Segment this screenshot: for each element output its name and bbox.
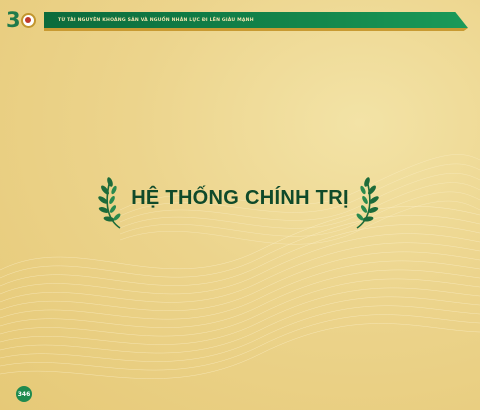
laurel-left-icon: [98, 177, 121, 229]
header-banner: TỪ TÀI NGUYÊN KHOÁNG SẢN VÀ NGUỒN NHÂN L…: [44, 12, 468, 28]
section-title: HỆ THỐNG CHÍNH TRỊ: [131, 187, 349, 209]
section-title-block: HỆ THỐNG CHÍNH TRỊ: [0, 174, 480, 234]
anniversary-logo: 3: [6, 9, 36, 31]
page-number-badge: 346: [16, 386, 32, 402]
laurel-right-icon: [356, 177, 379, 229]
banner-text: TỪ TÀI NGUYÊN KHOÁNG SẢN VÀ NGUỒN NHÂN L…: [58, 17, 254, 23]
emblem-icon: [20, 12, 36, 28]
banner-accent-line: [44, 28, 468, 31]
page-header: 3 TỪ TÀI NGUYÊN KHOÁNG SẢN VÀ NGUỒN NHÂN…: [0, 0, 480, 40]
document-page: 3 TỪ TÀI NGUYÊN KHOÁNG SẢN VÀ NGUỒN NHÂN…: [0, 0, 480, 410]
logo-number: 3: [6, 8, 21, 32]
